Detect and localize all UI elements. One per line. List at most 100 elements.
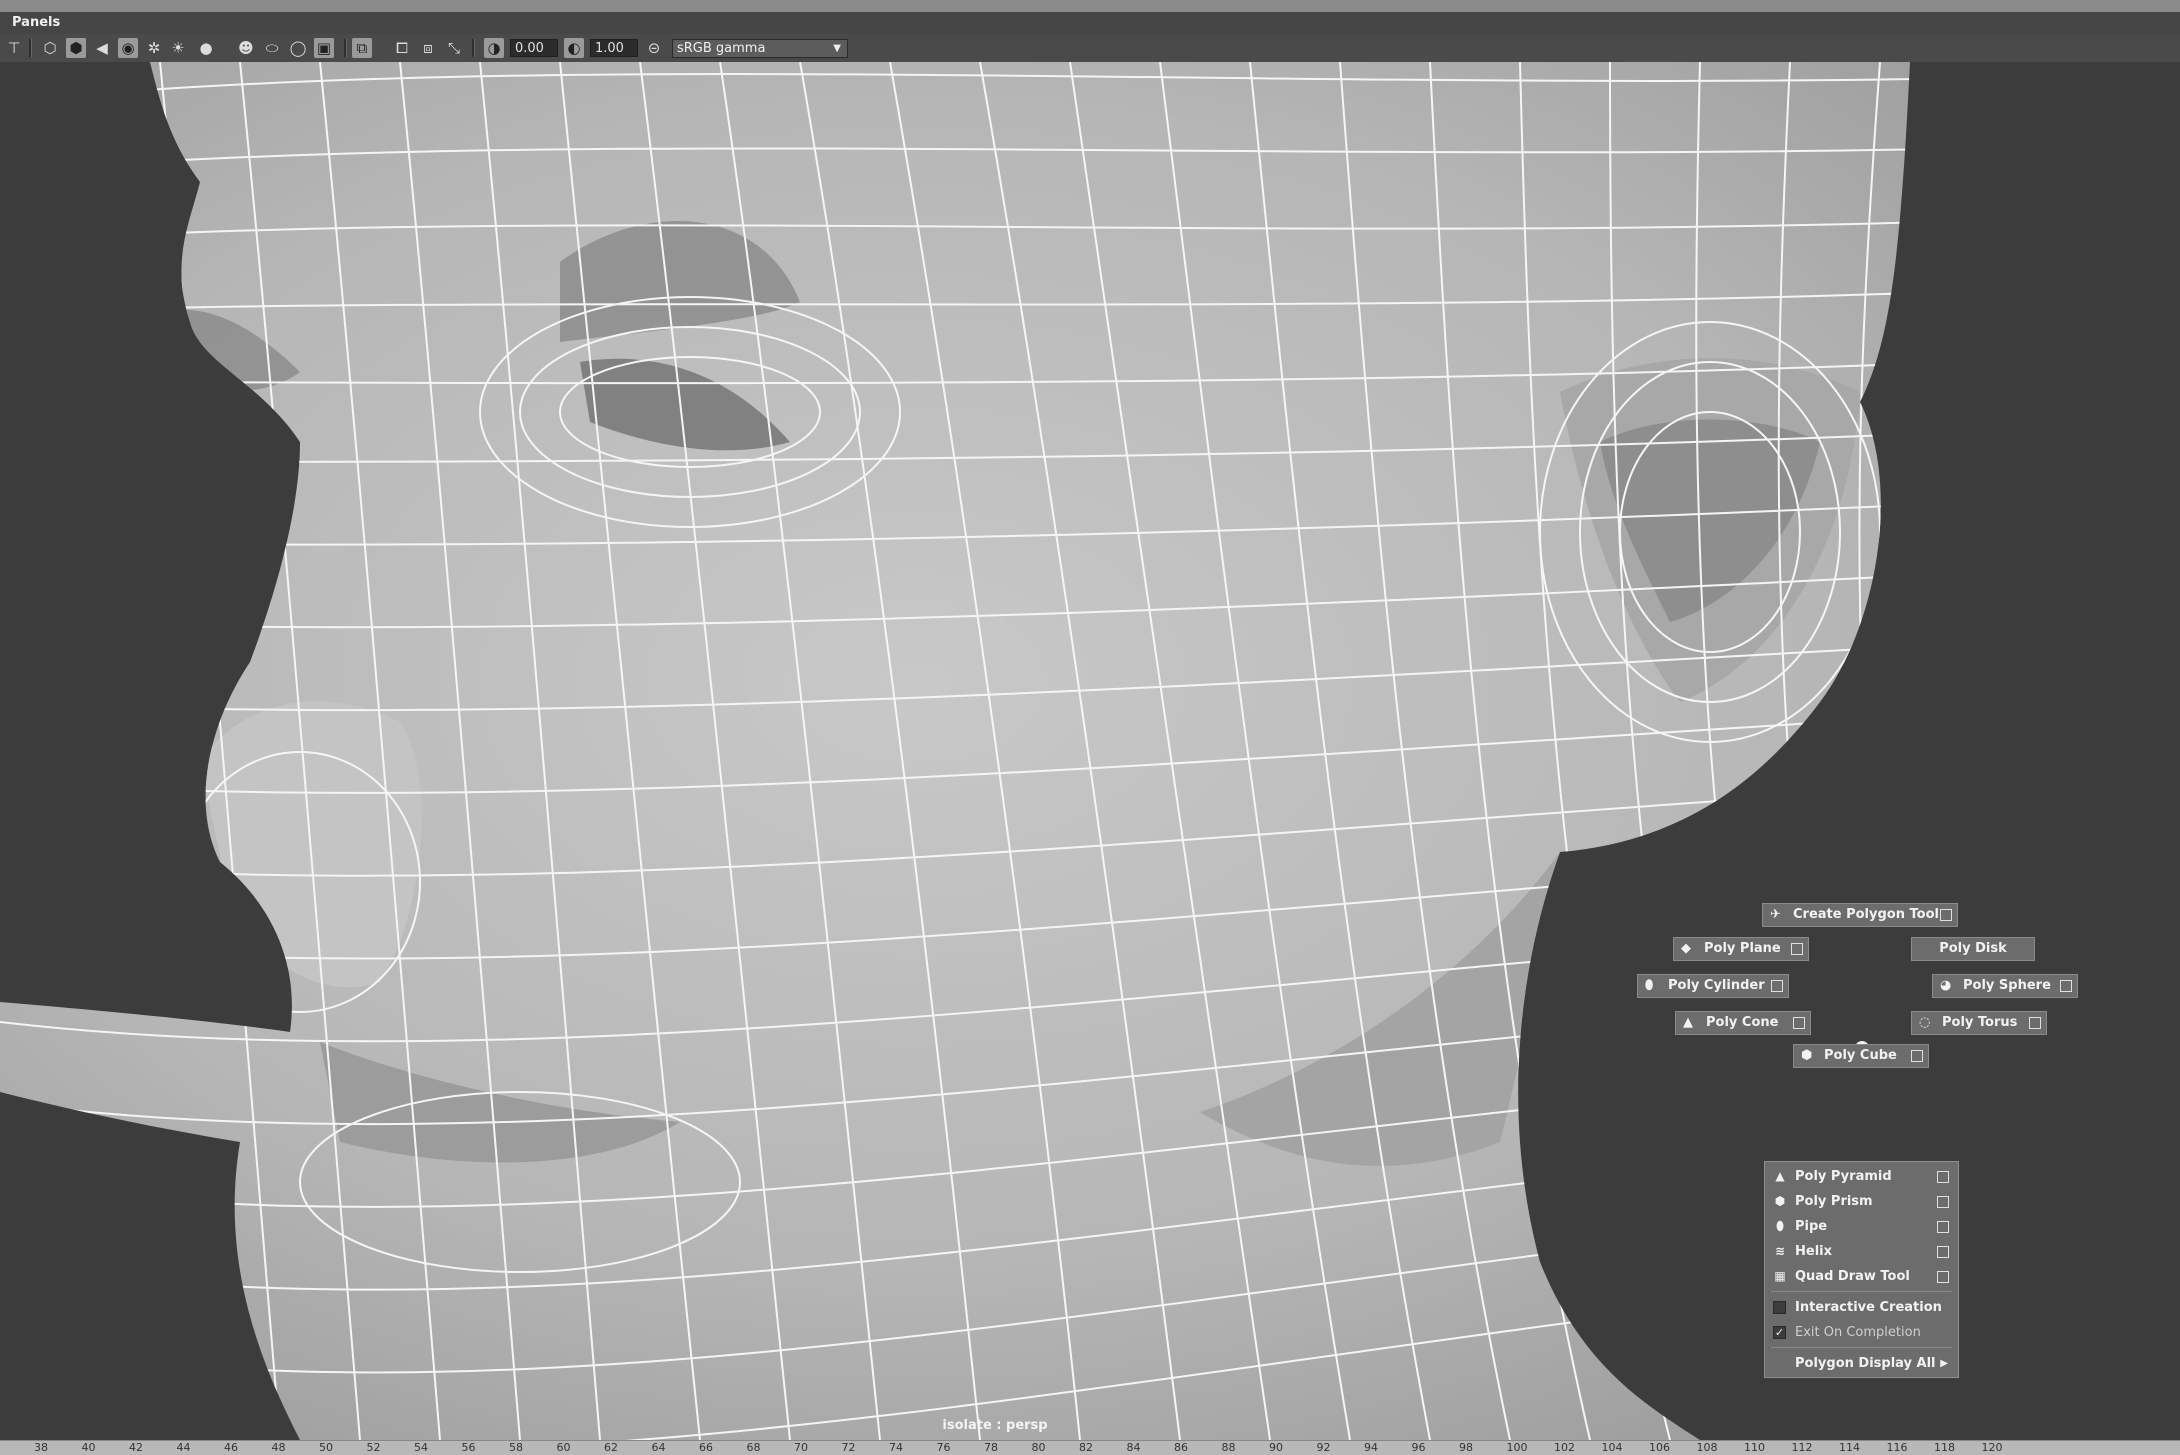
quad-draw-icon: ▦ <box>1774 1269 1786 1283</box>
poly-torus-icon: ◌ <box>1919 1015 1931 1030</box>
timeline-tick: 40 <box>81 1441 96 1454</box>
lighting-icon[interactable]: ◀ <box>92 38 112 58</box>
motion-blur-icon[interactable]: ⬭ <box>262 38 282 58</box>
timeline-tick: 112 <box>1791 1441 1813 1454</box>
use-lights-icon[interactable]: ☀ <box>168 38 188 58</box>
poly-cylinder-item[interactable]: ⬮ Poly Cylinder <box>1637 974 1789 998</box>
poly-disk-item[interactable]: Poly Disk <box>1911 937 2035 961</box>
camera-attributes-icon[interactable]: ⊤ <box>4 38 24 58</box>
gamma-field[interactable]: 1.00 <box>590 39 638 57</box>
textured-icon[interactable]: ✲ <box>144 38 164 58</box>
timeline-tick: 80 <box>1031 1441 1046 1454</box>
timeline-tick: 98 <box>1459 1441 1473 1454</box>
option-box[interactable] <box>1937 1171 1949 1183</box>
timeline-tick: 62 <box>604 1441 618 1454</box>
view-transform-icon[interactable]: ⊝ <box>644 38 664 58</box>
timeline-tick: 66 <box>699 1441 713 1454</box>
option-box[interactable] <box>1771 980 1783 992</box>
helix-item[interactable]: ≋ Helix <box>1765 1239 1958 1264</box>
exit-on-completion-checkbox[interactable]: ✓ <box>1773 1326 1786 1339</box>
timeline-tick: 100 <box>1506 1441 1528 1454</box>
poly-prism-item[interactable]: ⬢ Poly Prism <box>1765 1189 1958 1214</box>
menu-divider <box>1771 1291 1952 1292</box>
option-box[interactable] <box>1937 1246 1949 1258</box>
timeline-tick: 48 <box>271 1441 286 1454</box>
timeline-tick: 108 <box>1696 1441 1718 1454</box>
timeline-tick: 70 <box>794 1441 808 1454</box>
panels-menu[interactable]: Panels <box>12 15 60 30</box>
toolbar-divider <box>472 39 475 57</box>
marking-menu-list: ▲ Poly Pyramid ⬢ Poly Prism ⬮ Pipe ≋ Hel… <box>1764 1161 1959 1378</box>
option-box[interactable] <box>1940 909 1952 921</box>
timeline-tick: 96 <box>1411 1441 1426 1454</box>
timeline-tick: 54 <box>414 1441 428 1454</box>
timeline-tick: 56 <box>461 1441 476 1454</box>
option-box[interactable] <box>1911 1050 1923 1062</box>
3d-viewport[interactable]: ✈ Create Polygon Tool ◆ Poly Plane Poly … <box>0 62 2180 1440</box>
poly-torus-item[interactable]: ◌ Poly Torus <box>1911 1011 2047 1035</box>
option-box[interactable] <box>1937 1196 1949 1208</box>
time-slider[interactable]: 38 40 42 44 46 48 50 52 54 56 58 60 62 64 66 68 70 72 74 76… <box>0 1440 2180 1455</box>
poly-cone-item[interactable]: ▲ Poly Cone <box>1675 1011 1811 1035</box>
timeline-tick: 92 <box>1316 1441 1331 1454</box>
exposure-icon[interactable]: ◑ <box>484 38 504 58</box>
timeline-tick: 84 <box>1126 1441 1141 1454</box>
timeline-tick: 44 <box>176 1441 191 1454</box>
poly-prism-icon: ⬢ <box>1774 1194 1786 1208</box>
option-box[interactable] <box>1793 1017 1805 1029</box>
quad-draw-tool-item[interactable]: ▦ Quad Draw Tool <box>1765 1264 1958 1289</box>
option-box[interactable] <box>1937 1271 1949 1283</box>
pipe-item[interactable]: ⬮ Pipe <box>1765 1214 1958 1239</box>
chevron-down-icon: ▼ <box>833 43 841 54</box>
poly-sphere-item[interactable]: ◕ Poly Sphere <box>1932 974 2078 998</box>
timeline-tick: 46 <box>224 1441 238 1454</box>
anti-aliasing-icon[interactable]: ◯ <box>288 38 308 58</box>
poly-plane-icon: ◆ <box>1681 941 1691 956</box>
xray-joints-icon[interactable]: ⧠ <box>392 38 412 58</box>
timeline-tick: 60 <box>556 1441 571 1454</box>
toolbar-divider <box>29 39 32 57</box>
color-space-select[interactable]: sRGB gamma ▼ <box>672 39 848 58</box>
timeline-tick: 78 <box>984 1441 998 1454</box>
polygon-display-all-item[interactable]: Polygon Display All ▶ <box>1765 1351 1958 1376</box>
option-box[interactable] <box>2029 1017 2041 1029</box>
smooth-shade-icon[interactable]: ⬢ <box>66 38 86 58</box>
timeline-tick: 42 <box>129 1441 143 1454</box>
exposure-field[interactable]: 0.00 <box>510 39 558 57</box>
exit-on-completion-toggle[interactable]: ✓ Exit On Completion <box>1765 1320 1958 1345</box>
timeline-tick: 102 <box>1554 1441 1575 1454</box>
option-box[interactable] <box>2060 980 2072 992</box>
gamma-icon[interactable]: ◐ <box>564 38 584 58</box>
xray-component-icon[interactable]: ⤡ <box>444 38 464 58</box>
create-polygon-tool-item[interactable]: ✈ Create Polygon Tool <box>1762 903 1958 927</box>
timeline-tick: 76 <box>936 1441 951 1454</box>
poly-plane-item[interactable]: ◆ Poly Plane <box>1673 937 1809 961</box>
option-box[interactable] <box>1937 1221 1949 1233</box>
poly-cone-icon: ▲ <box>1683 1015 1693 1030</box>
create-polygon-icon: ✈ <box>1770 907 1781 922</box>
xray-icon[interactable]: ⧉ <box>352 38 372 58</box>
interactive-creation-checkbox[interactable] <box>1773 1301 1786 1314</box>
timeline-tick: 104 <box>1601 1441 1623 1454</box>
submenu-arrow-icon: ▶ <box>1940 1358 1948 1369</box>
shadows-icon[interactable]: ● <box>196 38 216 58</box>
timeline-tick: 64 <box>651 1441 666 1454</box>
poly-cube-item[interactable]: ⬢ Poly Cube <box>1793 1044 1929 1068</box>
timeline-tick: 82 <box>1079 1441 1093 1454</box>
panel-menu-bar: Panels <box>0 12 2180 34</box>
poly-pyramid-item[interactable]: ▲ Poly Pyramid <box>1765 1164 1958 1189</box>
poly-cube-icon: ⬢ <box>1801 1048 1813 1063</box>
isolate-select-icon[interactable]: ▣ <box>314 38 334 58</box>
default-material-icon[interactable]: ◉ <box>118 38 138 58</box>
poly-cylinder-icon: ⬮ <box>1645 978 1654 993</box>
ambient-occlusion-icon[interactable]: ☻ <box>236 38 256 58</box>
toolbar-divider <box>344 39 347 57</box>
panel-toolbar: ⊤ ⬡ ⬢ ◀ ◉ ✲ ☀ ● ☻ ⬭ ◯ ▣ ⧉ ⧠ ⧈ ⤡ ◑ 0.00 ◐… <box>0 34 2180 63</box>
option-box[interactable] <box>1791 943 1803 955</box>
timeline-tick: 74 <box>889 1441 903 1454</box>
timeline-tick: 38 <box>34 1441 48 1454</box>
interactive-creation-toggle[interactable]: Interactive Creation <box>1765 1295 1958 1320</box>
wireframe-icon[interactable]: ⬡ <box>40 38 60 58</box>
xray-active-icon[interactable]: ⧈ <box>418 38 438 58</box>
timeline-tick: 50 <box>319 1441 333 1454</box>
